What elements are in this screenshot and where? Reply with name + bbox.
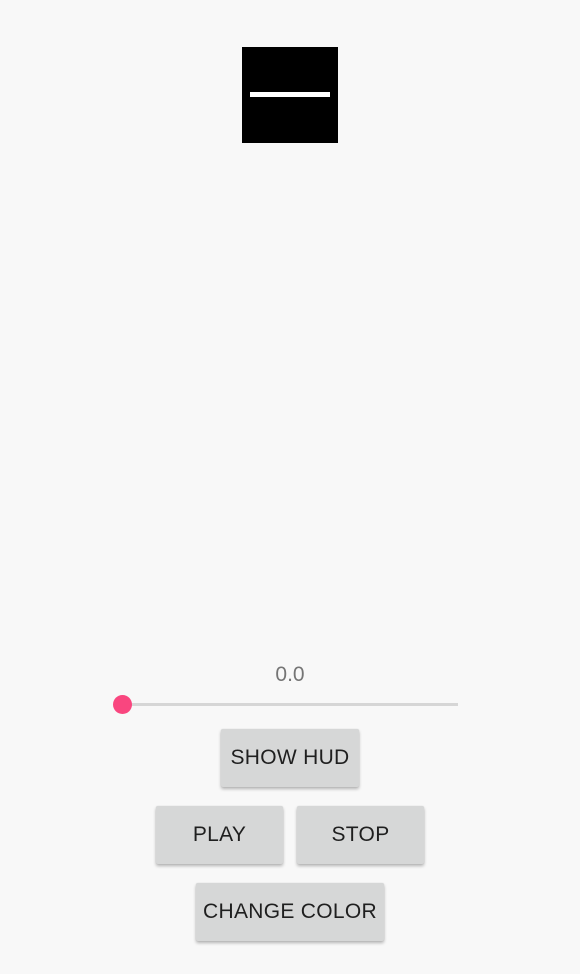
screen: 0.0 SHOW HUD PLAY STOP CHANGE COLOR	[0, 0, 580, 974]
stop-button[interactable]: STOP	[297, 806, 424, 864]
progress-slider[interactable]	[110, 692, 470, 718]
progress-value-label: 0.0	[275, 663, 305, 686]
slider-thumb[interactable]	[112, 695, 132, 714]
change-color-button[interactable]: CHANGE COLOR	[196, 883, 384, 941]
horizontal-line-icon	[250, 92, 330, 97]
slider-track	[122, 703, 458, 706]
play-button[interactable]: PLAY	[156, 806, 283, 864]
indicator-preview	[242, 47, 338, 143]
show-hud-button[interactable]: SHOW HUD	[221, 729, 359, 787]
